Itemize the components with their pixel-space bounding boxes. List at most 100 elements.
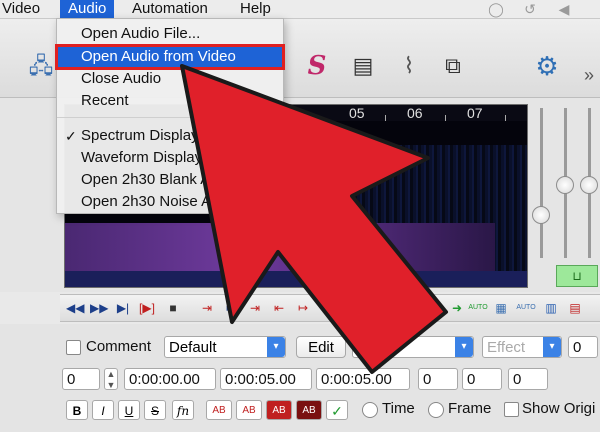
vertical-zoom-knob[interactable] [580,176,598,194]
chevron-down-icon: ▾ [543,337,561,357]
network-icon[interactable]: 🖧 [24,49,58,83]
layer-field[interactable]: 0 [62,368,100,390]
margin-field[interactable]: 0 [568,336,598,358]
scroll-icon[interactable]: ▦ [492,299,510,317]
audio-menu: Open Audio File... Open Audio from Video… [55,18,285,214]
script-s-icon[interactable]: S [300,49,334,83]
bold-button[interactable]: B [66,400,88,420]
karaoke-icon[interactable]: ▤ [566,299,584,317]
margin-left-field[interactable]: 0 [418,368,458,390]
text-frame-icon[interactable]: ⧉ [436,49,470,83]
commit-check-icon[interactable]: ✓ [326,400,348,420]
play-before-icon[interactable]: ⇥ [198,299,216,317]
effect-dropdown[interactable]: Effect ▾ [482,336,562,358]
time-radio[interactable] [362,402,378,418]
italic-button[interactable]: I [92,400,114,420]
play-start-icon[interactable]: ⇤ [222,299,240,317]
menu-item-waveform-display[interactable]: Waveform Display [57,147,283,169]
zoom-slider-knob[interactable] [556,176,574,194]
volume-slider-knob[interactable] [532,206,550,224]
commit-icon[interactable]: ✓ [400,299,418,317]
shadow-color-button[interactable]: AB [296,400,322,420]
menu-item-label: Open Audio File... [81,25,201,42]
show-original-label: Show Origi [522,400,596,417]
menu-separator [57,117,283,118]
menu-item-open-blank-audio[interactable]: Open 2h30 Blank Au [57,169,283,191]
ruler-label: 07 [467,105,483,121]
goto-icon[interactable]: ➜ [424,299,442,317]
spectrum-toggle-icon[interactable]: ▥ [542,299,560,317]
menu-video[interactable]: Video [2,0,40,18]
ruler-tick-mark [385,115,386,121]
auto-commit-icon[interactable]: AUTO [466,299,490,317]
notes-icon[interactable]: ▤ [346,49,380,83]
style-value: Default [169,339,217,356]
menu-item-label: Spectrum Display [81,127,199,144]
menu-item-label: Open 2h30 Blank Au [81,171,219,188]
volume-slider-track[interactable] [540,108,543,258]
checkmark-icon: ✓ [65,128,77,144]
layer-stepper[interactable]: ▲ ▼ [104,368,118,390]
strikeout-button[interactable]: S [144,400,166,420]
selection-region [65,223,495,271]
auto-scroll-icon[interactable]: AUTO [514,299,538,317]
style-dropdown[interactable]: Default ▾ [164,336,286,358]
previous-line-icon[interactable]: ◀◀ [66,299,84,317]
toolbar-overflow-icon[interactable]: » [584,65,594,86]
ruler-label: 05 [349,105,365,121]
menu-item-label: Recent [81,92,129,109]
chevron-down-icon: ▾ [455,337,473,357]
underline-button[interactable]: U [118,400,140,420]
gear-icon[interactable]: ⚙ [530,49,564,83]
time-label: Time [382,400,415,417]
outline-color-button[interactable]: AB [266,400,292,420]
menu-item-label: Close Audio [81,70,162,87]
volume-icon[interactable]: ◀ [556,1,572,17]
menu-item-open-audio-from-video[interactable]: Open Audio from Video [55,44,285,70]
duration-field[interactable]: 0:00:05.00 [316,368,410,390]
menu-item-spectrum-display[interactable]: ✓ Spectrum Display [57,125,283,147]
menu-item-recent[interactable]: Recent [57,90,283,112]
ruler-tick-mark [445,115,446,121]
menu-item-close-audio[interactable]: Close Audio [57,68,283,90]
chevron-down-icon: ▾ [267,337,285,357]
link-toggle-button[interactable]: ⊔ [556,265,598,287]
stop-icon[interactable]: ■ [164,299,182,317]
margin-right-field[interactable]: 0 [462,368,502,390]
font-button[interactable]: fn [172,400,194,420]
menubar: Video Audio Automation Help ◯ ↺ ◀ [0,0,600,19]
play-to-end-icon[interactable]: ↦ [294,299,312,317]
edit-style-button[interactable]: Edit [296,336,346,358]
actor-placeholder: Actor [357,339,393,356]
margin-vertical-field[interactable]: 0 [508,368,548,390]
secondary-color-button[interactable]: AB [236,400,262,420]
next-line-icon[interactable]: ▶▶ [90,299,108,317]
menu-help[interactable]: Help [240,0,271,18]
play-end-icon[interactable]: ⇥ [246,299,264,317]
actor-dropdown[interactable]: Actor ▾ [352,336,474,358]
menu-audio[interactable]: Audio [60,0,115,18]
time-machine-icon[interactable]: ↺ [522,1,538,17]
ruler-tick-mark [295,115,296,121]
menu-item-label: Open 2h30 Noise Au [81,193,220,210]
play-current-line-icon[interactable]: [▶] [138,299,156,317]
menu-item-open-noise-audio[interactable]: Open 2h30 Noise Au [57,191,283,213]
transport-bar: ◀◀ ▶▶ ▶| [▶] ■ ⇥ ⇤ ⇥ ⇤ ↦ ⊣ ⊢ ✓ ➜ ➜ AUTO … [60,294,600,322]
lead-out-icon[interactable]: ⊢ [362,299,380,317]
primary-color-button[interactable]: AB [206,400,232,420]
menu-automation[interactable]: Automation [132,0,208,18]
frame-radio[interactable] [428,402,444,418]
effect-placeholder: Effect [487,339,526,356]
start-time-field[interactable]: 0:00:00.00 [124,368,216,390]
comment-checkbox[interactable] [66,340,81,355]
spectrum-baseline [65,271,527,287]
lead-in-icon[interactable]: ⊣ [338,299,356,317]
show-original-checkbox[interactable] [504,402,519,417]
play-selection-icon[interactable]: ▶| [114,299,132,317]
menu-item-open-audio-file[interactable]: Open Audio File... [57,23,283,45]
commit-next-icon[interactable]: ➜ [448,299,466,317]
end-time-field[interactable]: 0:00:05.00 [220,368,312,390]
paperclip-icon[interactable]: ⌇ [392,49,426,83]
chat-icon[interactable]: ◯ [488,1,504,17]
play-after-icon[interactable]: ⇤ [270,299,288,317]
